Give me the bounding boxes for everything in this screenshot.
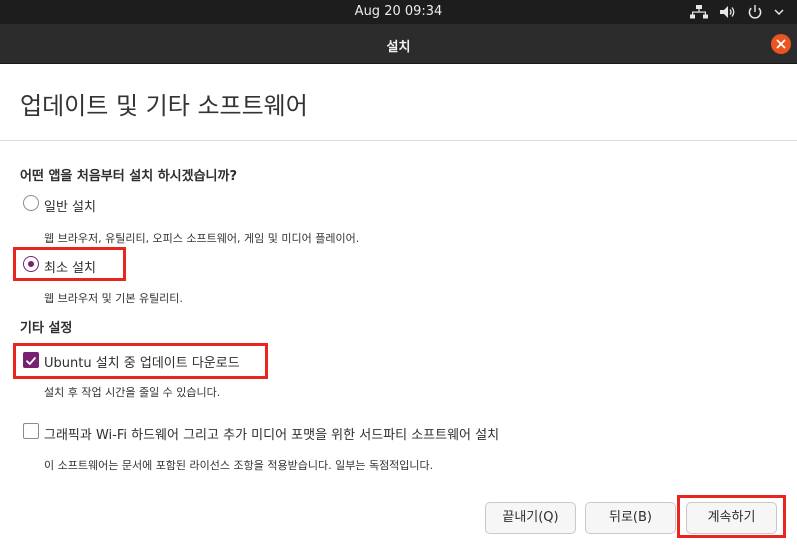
page-title: 업데이트 및 기타 소프트웨어 bbox=[20, 92, 308, 120]
normal-install-radio[interactable] bbox=[23, 195, 39, 211]
back-button[interactable]: 뒤로(B) bbox=[585, 502, 676, 534]
checkmark-icon bbox=[26, 357, 36, 365]
clock[interactable]: Aug 20 09:34 bbox=[0, 4, 797, 19]
third-party-description: 이 소프트웨어는 문서에 포함된 라이선스 조항을 적용받습니다. 일부는 독점… bbox=[44, 459, 434, 472]
normal-install-description: 웹 브라우저, 유틸리티, 오피스 소프트웨어, 게임 및 미디어 플레이어. bbox=[44, 232, 360, 245]
download-updates-label[interactable]: Ubuntu 설치 중 업데이트 다운로드 bbox=[44, 352, 240, 371]
divider bbox=[0, 140, 797, 141]
window-title: 설치 bbox=[386, 40, 411, 55]
close-icon bbox=[776, 39, 786, 49]
download-updates-checkbox[interactable] bbox=[23, 352, 39, 368]
install-type-question: 어떤 앱을 처음부터 설치 하시겠습니까? bbox=[20, 169, 238, 184]
window-titlebar: 설치 bbox=[0, 24, 797, 64]
minimal-install-radio[interactable] bbox=[23, 256, 39, 272]
volume-icon[interactable] bbox=[719, 4, 737, 20]
power-icon[interactable] bbox=[746, 4, 764, 20]
close-button[interactable] bbox=[771, 34, 791, 54]
download-updates-description: 설치 후 작업 시간을 줄일 수 있습니다. bbox=[44, 386, 221, 399]
minimal-install-description: 웹 브라우저 및 기본 유틸리티. bbox=[44, 292, 183, 305]
other-settings-title: 기타 설정 bbox=[20, 321, 73, 336]
network-icon[interactable] bbox=[690, 4, 708, 20]
third-party-label[interactable]: 그래픽과 Wi-Fi 하드웨어 그리고 추가 미디어 포맷을 위한 서드파티 소… bbox=[44, 424, 499, 443]
top-panel: Aug 20 09:34 bbox=[0, 0, 797, 24]
chevron-down-icon[interactable] bbox=[770, 4, 788, 20]
quit-button[interactable]: 끝내기(Q) bbox=[485, 502, 576, 534]
third-party-checkbox[interactable] bbox=[23, 423, 39, 439]
normal-install-label[interactable]: 일반 설치 bbox=[44, 196, 96, 215]
minimal-install-label[interactable]: 최소 설치 bbox=[44, 257, 96, 276]
continue-button[interactable]: 계속하기 bbox=[686, 502, 777, 534]
